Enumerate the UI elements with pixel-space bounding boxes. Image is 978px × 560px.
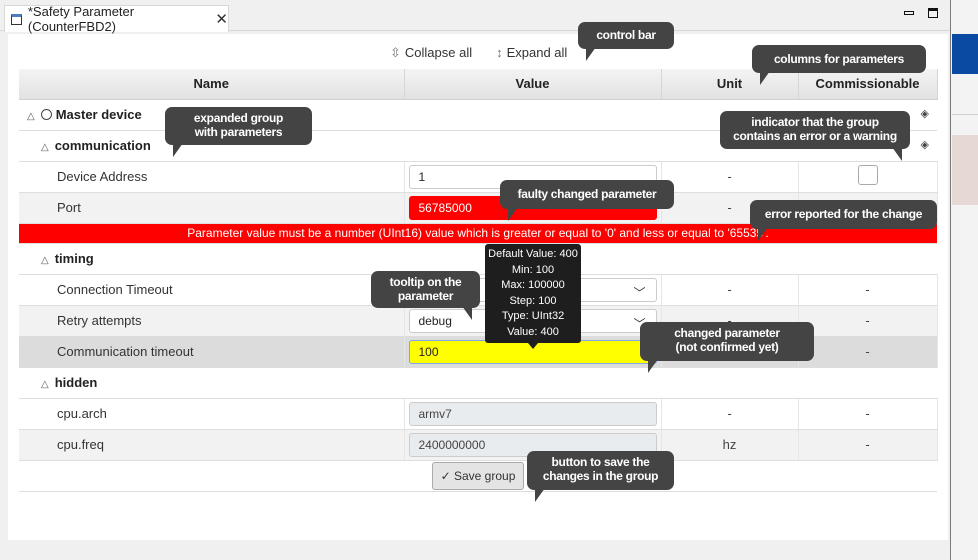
collapse-triangle-icon[interactable]: △: [41, 379, 49, 390]
callout-indicator: indicator that the group contains an err…: [720, 111, 910, 161]
callout-save-button: button to save the changes in the group: [527, 451, 674, 502]
collapse-triangle-icon[interactable]: △: [27, 111, 35, 122]
tooltip-value: Value: 400: [507, 325, 559, 338]
param-unit: -: [661, 161, 799, 193]
callout-control-bar: control bar: [578, 22, 674, 61]
cpu-arch-input: armv7: [408, 401, 657, 426]
callout-faulty-parameter: faulty changed parameter: [500, 180, 674, 221]
param-unit: -: [661, 274, 799, 306]
param-name: Port: [19, 192, 405, 224]
callout-columns: columns for parameters: [752, 45, 926, 85]
checkmark-icon: ✓: [440, 468, 454, 483]
maximize-icon[interactable]: [928, 8, 938, 18]
param-name: Communication timeout: [19, 336, 405, 368]
window-icon: [11, 13, 22, 25]
group-label: Master device: [55, 107, 142, 122]
warning-indicator-icon: ◈: [920, 139, 929, 151]
expand-all-button[interactable]: ↕ Expand all: [496, 45, 567, 61]
tab-bar: *Safety Parameter (CounterFBD2) ✕: [0, 0, 950, 34]
group-label: timing: [54, 251, 94, 266]
param-name: cpu.freq: [19, 429, 405, 461]
table-header: Name Value Unit Commissionable: [19, 69, 938, 100]
select-value: debug: [418, 313, 452, 328]
warning-indicator-icon: ◈: [920, 108, 929, 120]
tooltip-default: Default Value: 400: [488, 248, 578, 260]
collapse-all-label: Collapse all: [404, 45, 473, 60]
param-commissionable: -: [798, 336, 938, 368]
param-name: Retry attempts: [19, 305, 405, 337]
parameter-tooltip: Default Value: 400 Min: 100 Max: 100000 …: [485, 244, 581, 349]
adjacent-view-strip: [950, 0, 978, 560]
expand-icon: ↕: [496, 45, 503, 60]
param-commissionable: -: [798, 305, 938, 337]
group-label: communication: [54, 138, 151, 153]
param-unit: hz: [661, 429, 799, 461]
column-header-name[interactable]: Name: [19, 69, 405, 100]
adjacent-divider: [952, 114, 978, 115]
save-group-label: Save group: [454, 468, 516, 483]
collapse-all-button[interactable]: ⇳ Collapse all: [390, 45, 472, 61]
param-commissionable: -: [798, 398, 938, 430]
param-commissionable: -: [798, 429, 938, 461]
table-row: cpu.freq 2400000000 hz -: [19, 429, 938, 461]
table-row: cpu.arch armv7 - -: [19, 398, 938, 430]
callout-error-reported: error reported for the change: [750, 200, 937, 241]
save-row: ✓ Save group: [19, 460, 937, 492]
column-header-unit[interactable]: Unit: [661, 69, 799, 100]
group-label: hidden: [54, 375, 98, 390]
group-row-timing[interactable]: △ timing: [19, 243, 937, 275]
commissionable-checkbox[interactable]: [857, 165, 878, 185]
collapse-triangle-icon[interactable]: △: [41, 255, 49, 266]
callout-tooltip: tooltip on the parameter: [371, 271, 480, 320]
param-unit: -: [661, 398, 799, 430]
param-name: Connection Timeout: [19, 274, 405, 306]
column-header-value[interactable]: Value: [404, 69, 662, 100]
tab-title: *Safety Parameter (CounterFBD2): [27, 4, 135, 34]
minimize-icon[interactable]: [904, 11, 914, 15]
tooltip-step: Step: 100: [509, 294, 557, 307]
param-name: cpu.arch: [19, 398, 405, 430]
control-bar: ⇳ Collapse all ↕ Expand all: [390, 45, 567, 61]
window-controls: [904, 8, 938, 18]
callout-changed-parameter: changed parameter (not confirmed yet): [640, 322, 814, 373]
adjacent-highlight: [952, 135, 978, 205]
tooltip-max: Max: 100000: [501, 279, 565, 291]
close-icon[interactable]: ✕: [215, 10, 228, 28]
group-row-hidden[interactable]: △ hidden: [19, 367, 937, 399]
collapse-triangle-icon[interactable]: △: [41, 142, 49, 153]
save-group-button[interactable]: ✓ Save group: [431, 461, 525, 490]
adjacent-blue-block: [952, 34, 978, 74]
status-circle-icon: [40, 109, 52, 120]
editor-tab[interactable]: *Safety Parameter (CounterFBD2) ✕: [4, 4, 229, 34]
param-commissionable: -: [798, 274, 938, 306]
expand-all-label: Expand all: [506, 45, 568, 60]
collapse-icon: ⇳: [390, 45, 401, 60]
tooltip-type: Type: UInt32: [501, 310, 565, 322]
tooltip-min: Min: 100: [511, 263, 555, 276]
callout-expanded-group: expanded group with parameters: [165, 107, 312, 157]
column-header-commissionable[interactable]: Commissionable: [798, 69, 938, 100]
chevron-down-icon: ﹀: [633, 285, 646, 300]
param-name: Device Address: [19, 161, 405, 193]
editor: *Safety Parameter (CounterFBD2) ✕ ⇳ Colla…: [0, 0, 950, 560]
table-row: Device Address 1 -: [19, 161, 938, 193]
